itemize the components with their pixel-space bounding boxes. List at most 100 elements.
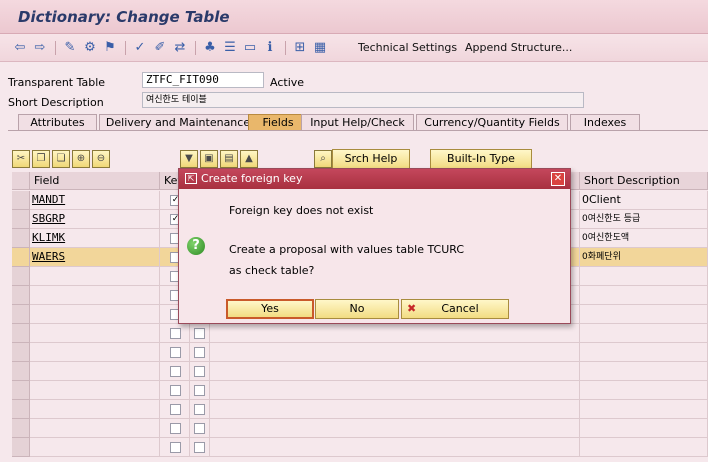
empty-row[interactable] [12,324,708,343]
tab-indexes[interactable]: Indexes [570,114,640,131]
empty-row[interactable] [12,343,708,362]
navigate-icon[interactable]: ♣ [202,40,218,56]
column-header-field[interactable]: Field [30,172,160,190]
cancel-x-icon: ✖ [407,302,417,315]
row-selector[interactable] [12,191,30,210]
tab-currency-quantity[interactable]: Currency/Quantity Fields [416,114,568,131]
empty-row[interactable] [12,419,708,438]
search-help-icon[interactable]: ⌕ [314,150,332,168]
tab-delivery-maintenance[interactable]: Delivery and Maintenance [99,114,257,131]
empty-row[interactable] [12,362,708,381]
tab-fields[interactable]: Fields [248,114,308,131]
row-selector[interactable] [12,381,30,400]
row-selector-header[interactable] [12,172,30,190]
application-toolbar: ⇦ ⇨ ✎ ⚙ ⚑ ✓ ✐ ⇄ ♣ ☰ ▭ ℹ ⊞ ▦ Technical Se… [0,34,708,62]
field-name[interactable]: KLIMK [30,231,65,244]
cut-icon[interactable]: ✂ [12,150,30,168]
forward-arrow-icon[interactable]: ⇨ [32,40,48,56]
initial-checkbox[interactable] [194,423,205,434]
short-description-cell[interactable]: 여신한도액 [588,233,629,243]
key-checkbox[interactable] [170,423,181,434]
field-name[interactable]: WAERS [30,250,65,263]
key-checkbox[interactable] [170,328,181,339]
short-description-cell[interactable]: 화폐단위 [588,252,621,262]
status-text: Active [270,76,305,89]
tab-input-help-check[interactable]: Input Help/Check [301,114,414,131]
key-checkbox[interactable] [170,347,181,358]
row-selector[interactable] [12,400,30,419]
dialog-message-line2: Create a proposal with values table TCUR… [229,243,465,256]
row-selector[interactable] [12,438,30,457]
dialog-message-line1: Foreign key does not exist [229,204,374,217]
create-foreign-key-dialog: ⇱ Create foreign key ✕ Foreign key does … [178,168,571,324]
key-checkbox[interactable] [170,385,181,396]
row-selector[interactable] [12,305,30,324]
other-object-icon[interactable]: ⚙ [82,40,98,56]
short-description-label: Short Description [8,96,104,109]
check-icon[interactable]: ✓ [132,40,148,56]
page-title: Dictionary: Change Table [18,8,230,26]
info-icon[interactable]: ℹ [262,40,278,56]
object-list-icon[interactable]: ⇄ [172,40,188,56]
layout-icon[interactable]: ☰ [222,40,238,56]
table-name-field[interactable]: ZTFC_FIT090 [142,72,264,88]
row-selector[interactable] [12,210,30,229]
desc-prefix: 0 [582,193,589,206]
row-selector[interactable] [12,267,30,286]
display-change-icon[interactable]: ✎ [62,40,78,56]
short-description-cell[interactable]: Client [589,193,621,206]
toolbar-separator [195,41,196,55]
initial-checkbox[interactable] [194,366,205,377]
initial-checkbox[interactable] [194,385,205,396]
field-name[interactable]: MANDT [30,193,65,206]
row-selector[interactable] [12,286,30,305]
empty-row[interactable] [12,381,708,400]
cancel-button[interactable]: ✖ Cancel [401,299,509,319]
dialog-title-bar[interactable]: ⇱ Create foreign key ✕ [179,169,570,189]
initial-checkbox[interactable] [194,442,205,453]
close-icon[interactable]: ✕ [551,172,565,186]
hierarchy-icon[interactable]: ⊞ [292,40,308,56]
activate-icon[interactable]: ⚑ [102,40,118,56]
table-icon[interactable]: ▦ [312,40,328,56]
key-checkbox[interactable] [170,404,181,415]
key-checkbox[interactable] [170,366,181,377]
delete-row-icon[interactable]: ⊖ [92,150,110,168]
row-selector[interactable] [12,362,30,381]
initial-checkbox[interactable] [194,404,205,415]
yes-button[interactable]: Yes [226,299,314,319]
row-selector[interactable] [12,343,30,362]
cancel-label: Cancel [441,302,479,315]
key-checkbox[interactable] [170,442,181,453]
short-description-field[interactable]: 여신한도 테이블 [142,92,584,108]
row-selector[interactable] [12,419,30,438]
select-block-icon[interactable]: ▣ [200,150,218,168]
frame-icon[interactable]: ▭ [242,40,258,56]
no-button[interactable]: No [315,299,399,319]
sort-up-icon[interactable]: ▲ [240,150,258,168]
back-arrow-icon[interactable]: ⇦ [12,40,28,56]
built-in-type-button[interactable]: Built-In Type [430,149,532,169]
toolbar-separator [125,41,126,55]
empty-row[interactable] [12,438,708,457]
row-selector[interactable] [12,248,30,267]
initial-checkbox[interactable] [194,347,205,358]
deselect-icon[interactable]: ▤ [220,150,238,168]
row-selector[interactable] [12,229,30,248]
column-header-short-description[interactable]: Short Description [580,172,708,190]
toolbar-separator [55,41,56,55]
where-used-icon[interactable]: ✐ [152,40,168,56]
row-selector[interactable] [12,324,30,343]
insert-row-icon[interactable]: ⊕ [72,150,90,168]
copy-icon[interactable]: ❐ [32,150,50,168]
technical-settings-button[interactable]: Technical Settings [358,41,457,54]
tab-attributes[interactable]: Attributes [18,114,97,131]
field-name[interactable]: SBGRP [30,212,65,225]
append-structure-button[interactable]: Append Structure... [465,41,572,54]
short-description-cell[interactable]: 여신한도 등급 [588,214,641,224]
initial-checkbox[interactable] [194,328,205,339]
sort-down-icon[interactable]: ▼ [180,150,198,168]
srch-help-button[interactable]: Srch Help [332,149,410,169]
paste-icon[interactable]: ❏ [52,150,70,168]
empty-row[interactable] [12,400,708,419]
